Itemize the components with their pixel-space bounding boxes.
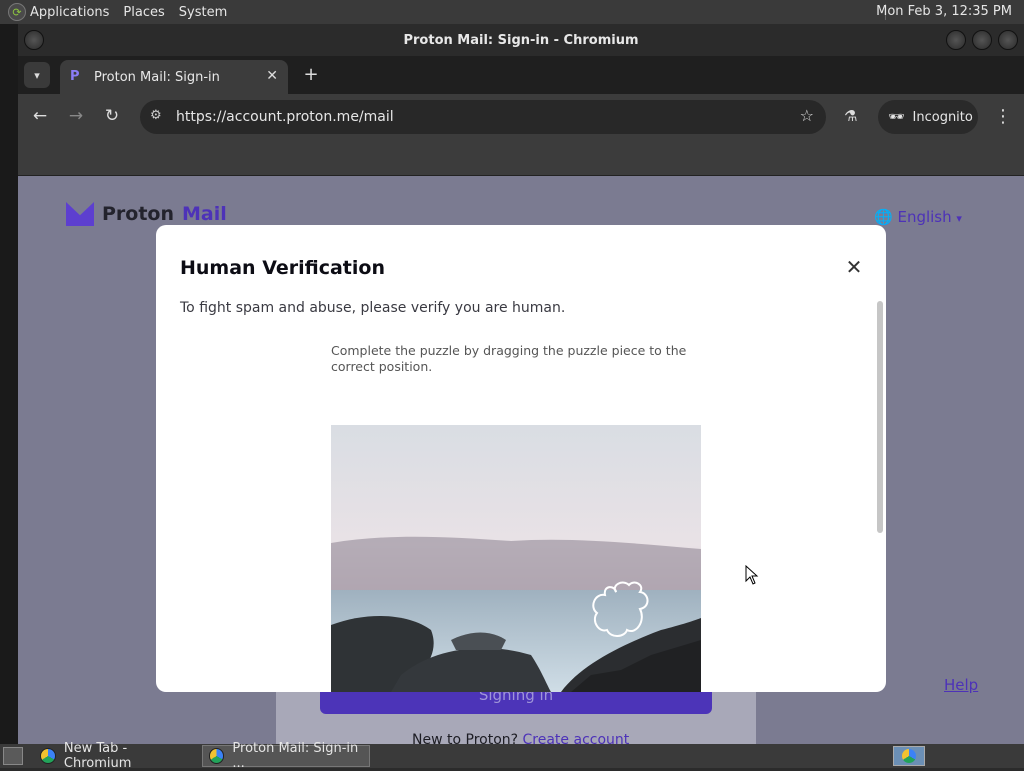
incognito-badge[interactable]: 🕶 Incognito [878,100,978,134]
distro-logo-icon[interactable]: ⟳ [8,3,26,21]
close-tab-icon[interactable]: ✕ [266,68,278,84]
bookmarks-bar [18,142,1024,176]
language-label: English [897,208,952,226]
window-menu-icon[interactable] [24,30,44,50]
maximize-button[interactable] [972,30,992,50]
labs-flask-icon[interactable]: ⚗ [844,107,857,125]
workspace-switcher[interactable] [893,746,925,766]
new-tab-button[interactable]: + [300,64,322,85]
create-account-link[interactable]: Create account [523,732,630,744]
help-link[interactable]: Help [944,676,978,694]
minimize-button[interactable] [946,30,966,50]
caret-down-icon: ▾ [956,212,962,225]
forward-icon[interactable]: → [64,106,88,126]
close-icon[interactable]: ✕ [844,257,864,277]
modal-scrollbar[interactable] [877,301,883,533]
incognito-icon: 🕶 [888,109,905,125]
human-verification-modal: Human Verification ✕ To fight spam and a… [156,225,886,692]
browser-window: Proton Mail: Sign-in - Chromium ▾ P Prot… [18,24,1024,744]
modal-description: To fight spam and abuse, please verify y… [180,300,566,316]
task-new-tab[interactable]: New Tab - Chromium [34,741,198,771]
task-label: Proton Mail: Sign-in ... [232,741,359,771]
bookmark-star-icon[interactable]: ☆ [800,106,814,125]
site-info-icon[interactable]: ⚙ [150,108,162,123]
tab-label: Proton Mail: Sign-in [94,69,220,85]
more-menu-icon[interactable]: ⋮ [994,106,1012,127]
puzzle-instruction: Complete the puzzle by dragging the puzz… [331,343,687,374]
proton-logo-icon [66,202,94,226]
brand-proton: Proton [102,203,175,225]
url-text[interactable]: https://account.proton.me/mail [176,109,394,125]
tab-strip: ▾ P Proton Mail: Sign-in ✕ + [18,56,1024,94]
new-to-proton-text: New to Proton? [412,732,519,744]
bottom-taskbar: New Tab - Chromium Proton Mail: Sign-in … [0,741,1024,771]
proton-mail-logo: Proton Mail [66,202,227,226]
chromium-icon [902,749,916,763]
reload-icon[interactable]: ↻ [100,106,124,126]
tab-search-button[interactable]: ▾ [24,62,50,88]
chevron-down-icon: ▾ [34,68,40,82]
left-edge [0,24,18,744]
show-desktop-icon[interactable] [3,747,23,765]
page-viewport: Proton Mail 🌐 English ▾ Signing in New t… [18,176,1024,744]
browser-toolbar: ← → ↻ ⚙ https://account.proton.me/mail ☆… [18,94,1024,142]
places-menu[interactable]: Places [123,5,164,20]
brand-mail: Mail [182,203,227,225]
window-titlebar[interactable]: Proton Mail: Sign-in - Chromium [18,24,1024,56]
clock[interactable]: Mon Feb 3, 12:35 PM [876,4,1012,19]
window-title: Proton Mail: Sign-in - Chromium [403,32,639,48]
new-to-proton: New to Proton? Create account [412,732,629,744]
system-menu[interactable]: System [179,5,227,20]
mouse-cursor-icon [745,564,759,589]
back-icon[interactable]: ← [28,106,52,126]
proton-favicon-icon: P [70,69,80,84]
top-panel: ⟳ Applications Places System Mon Feb 3, … [0,0,1024,24]
close-window-button[interactable] [998,30,1018,50]
incognito-label: Incognito [912,109,973,125]
tab-proton-signin[interactable]: P Proton Mail: Sign-in ✕ [60,60,288,94]
chromium-icon [209,748,225,764]
globe-icon: 🌐 [874,208,893,226]
task-proton-signin[interactable]: Proton Mail: Sign-in ... [202,741,370,771]
applications-menu[interactable]: Applications [30,5,109,20]
chromium-icon [40,748,56,764]
modal-title: Human Verification [180,257,385,279]
address-bar[interactable]: ⚙ https://account.proton.me/mail ☆ [140,100,826,134]
language-selector[interactable]: 🌐 English ▾ [874,208,962,226]
task-label: New Tab - Chromium [63,741,132,771]
puzzle-image[interactable] [331,425,701,692]
